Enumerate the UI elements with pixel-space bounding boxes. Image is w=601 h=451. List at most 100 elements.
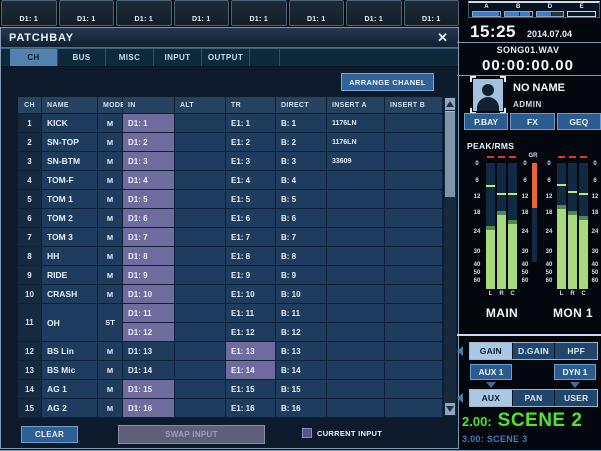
scroll-down-icon[interactable]: [445, 403, 455, 415]
cell-alt[interactable]: [175, 247, 226, 266]
channel-name[interactable]: KICK: [42, 114, 98, 133]
cell-direct[interactable]: B: 6: [276, 209, 327, 228]
cell-in[interactable]: D1: 12: [123, 323, 175, 342]
cell-direct[interactable]: B: 15: [276, 380, 327, 399]
cell-direct[interactable]: B: 5: [276, 190, 327, 209]
cell-tr[interactable]: E1: 16: [226, 399, 276, 418]
tab-input[interactable]: INPUT: [154, 49, 202, 66]
tab-bus[interactable]: BUS: [58, 49, 106, 66]
cell-insert-b[interactable]: [385, 152, 443, 171]
cell-alt[interactable]: [175, 228, 226, 247]
io-tile[interactable]: D1: 1: [1, 0, 57, 26]
cell-alt[interactable]: [175, 399, 226, 418]
cell-insert-a[interactable]: [327, 209, 385, 228]
scrollbar-thumb[interactable]: [445, 111, 455, 197]
cell-tr[interactable]: E1: 13: [226, 342, 276, 361]
cell-tr[interactable]: E1: 9: [226, 266, 276, 285]
cell-tr[interactable]: E1: 1: [226, 114, 276, 133]
button-pan[interactable]: PAN: [513, 390, 556, 406]
cell-direct[interactable]: B: 8: [276, 247, 327, 266]
tab-ch[interactable]: CH: [10, 49, 58, 66]
cell-tr[interactable]: E1: 4: [226, 171, 276, 190]
cell-insert-b[interactable]: [385, 266, 443, 285]
cell-in[interactable]: D1: 9: [123, 266, 175, 285]
cell-direct[interactable]: B: 4: [276, 171, 327, 190]
channel-name[interactable]: AG 1: [42, 380, 98, 399]
button-d-gain[interactable]: D.GAIN: [513, 343, 556, 359]
cell-insert-b[interactable]: [385, 342, 443, 361]
cell-direct[interactable]: B: 9: [276, 266, 327, 285]
cell-tr[interactable]: E1: 14: [226, 361, 276, 380]
cell-insert-a[interactable]: 33609: [327, 152, 385, 171]
cell-insert-b[interactable]: [385, 133, 443, 152]
cell-in[interactable]: D1: 5: [123, 190, 175, 209]
io-tile[interactable]: D1: 1: [404, 0, 460, 26]
cell-alt[interactable]: [175, 285, 226, 304]
cell-insert-b[interactable]: [385, 399, 443, 418]
cell-alt[interactable]: [175, 342, 226, 361]
channel-name[interactable]: AG 2: [42, 399, 98, 418]
cell-tr[interactable]: E1: 3: [226, 152, 276, 171]
cell-alt[interactable]: [175, 380, 226, 399]
channel-name[interactable]: BS Lin: [42, 342, 98, 361]
channel-name[interactable]: TOM 1: [42, 190, 98, 209]
cell-insert-a[interactable]: [327, 266, 385, 285]
cell-alt[interactable]: [175, 304, 226, 323]
cell-insert-a[interactable]: [327, 323, 385, 342]
cell-direct[interactable]: B: 3: [276, 152, 327, 171]
button-user[interactable]: USER: [555, 390, 597, 406]
button-fx[interactable]: FX: [510, 113, 554, 130]
channel-name[interactable]: HH: [42, 247, 98, 266]
cell-insert-b[interactable]: [385, 247, 443, 266]
button-aux-1[interactable]: AUX 1: [470, 364, 512, 380]
cell-direct[interactable]: B: 12: [276, 323, 327, 342]
cell-insert-b[interactable]: [385, 209, 443, 228]
arrange-channel-button[interactable]: ARRANGE CHANEL: [341, 73, 434, 91]
channel-name[interactable]: OH: [42, 304, 98, 342]
cell-in[interactable]: D1: 16: [123, 399, 175, 418]
cell-insert-b[interactable]: [385, 380, 443, 399]
button-geq[interactable]: GEQ: [557, 113, 601, 130]
cell-insert-a[interactable]: [327, 399, 385, 418]
cell-direct[interactable]: B: 11: [276, 304, 327, 323]
tab-misc[interactable]: MISC: [106, 49, 154, 66]
cell-in[interactable]: D1: 6: [123, 209, 175, 228]
cell-tr[interactable]: E1: 8: [226, 247, 276, 266]
cell-alt[interactable]: [175, 152, 226, 171]
cell-tr[interactable]: E1: 11: [226, 304, 276, 323]
swap-input-button[interactable]: SWAP INPUT: [118, 425, 265, 444]
channel-name[interactable]: SN-BTM: [42, 152, 98, 171]
cell-direct[interactable]: B: 7: [276, 228, 327, 247]
cell-insert-b[interactable]: [385, 171, 443, 190]
cell-alt[interactable]: [175, 209, 226, 228]
cell-alt[interactable]: [175, 171, 226, 190]
cell-tr[interactable]: E1: 7: [226, 228, 276, 247]
cell-insert-b[interactable]: [385, 304, 443, 323]
cell-insert-a[interactable]: [327, 190, 385, 209]
cell-direct[interactable]: B: 2: [276, 133, 327, 152]
cell-direct[interactable]: B: 14: [276, 361, 327, 380]
cell-insert-b[interactable]: [385, 228, 443, 247]
cell-alt[interactable]: [175, 114, 226, 133]
io-tile[interactable]: D1: 1: [174, 0, 230, 26]
cell-insert-b[interactable]: [385, 114, 443, 133]
tab-output[interactable]: OUTPUT: [202, 49, 250, 66]
cell-in[interactable]: D1: 8: [123, 247, 175, 266]
cell-in[interactable]: D1: 14: [123, 361, 175, 380]
cell-alt[interactable]: [175, 323, 226, 342]
cell-insert-a[interactable]: 1176LN: [327, 133, 385, 152]
cell-insert-a[interactable]: [327, 285, 385, 304]
cell-insert-a[interactable]: 1176LN: [327, 114, 385, 133]
button-dyn-1[interactable]: DYN 1: [554, 364, 596, 380]
cell-in[interactable]: D1: 7: [123, 228, 175, 247]
cell-in[interactable]: D1: 10: [123, 285, 175, 304]
cell-tr[interactable]: E1: 15: [226, 380, 276, 399]
cell-in[interactable]: D1: 13: [123, 342, 175, 361]
cell-in[interactable]: D1: 4: [123, 171, 175, 190]
cell-in[interactable]: D1: 2: [123, 133, 175, 152]
cell-insert-b[interactable]: [385, 323, 443, 342]
cell-insert-a[interactable]: [327, 171, 385, 190]
cell-tr[interactable]: E1: 2: [226, 133, 276, 152]
cell-in[interactable]: D1: 15: [123, 380, 175, 399]
cell-insert-b[interactable]: [385, 190, 443, 209]
